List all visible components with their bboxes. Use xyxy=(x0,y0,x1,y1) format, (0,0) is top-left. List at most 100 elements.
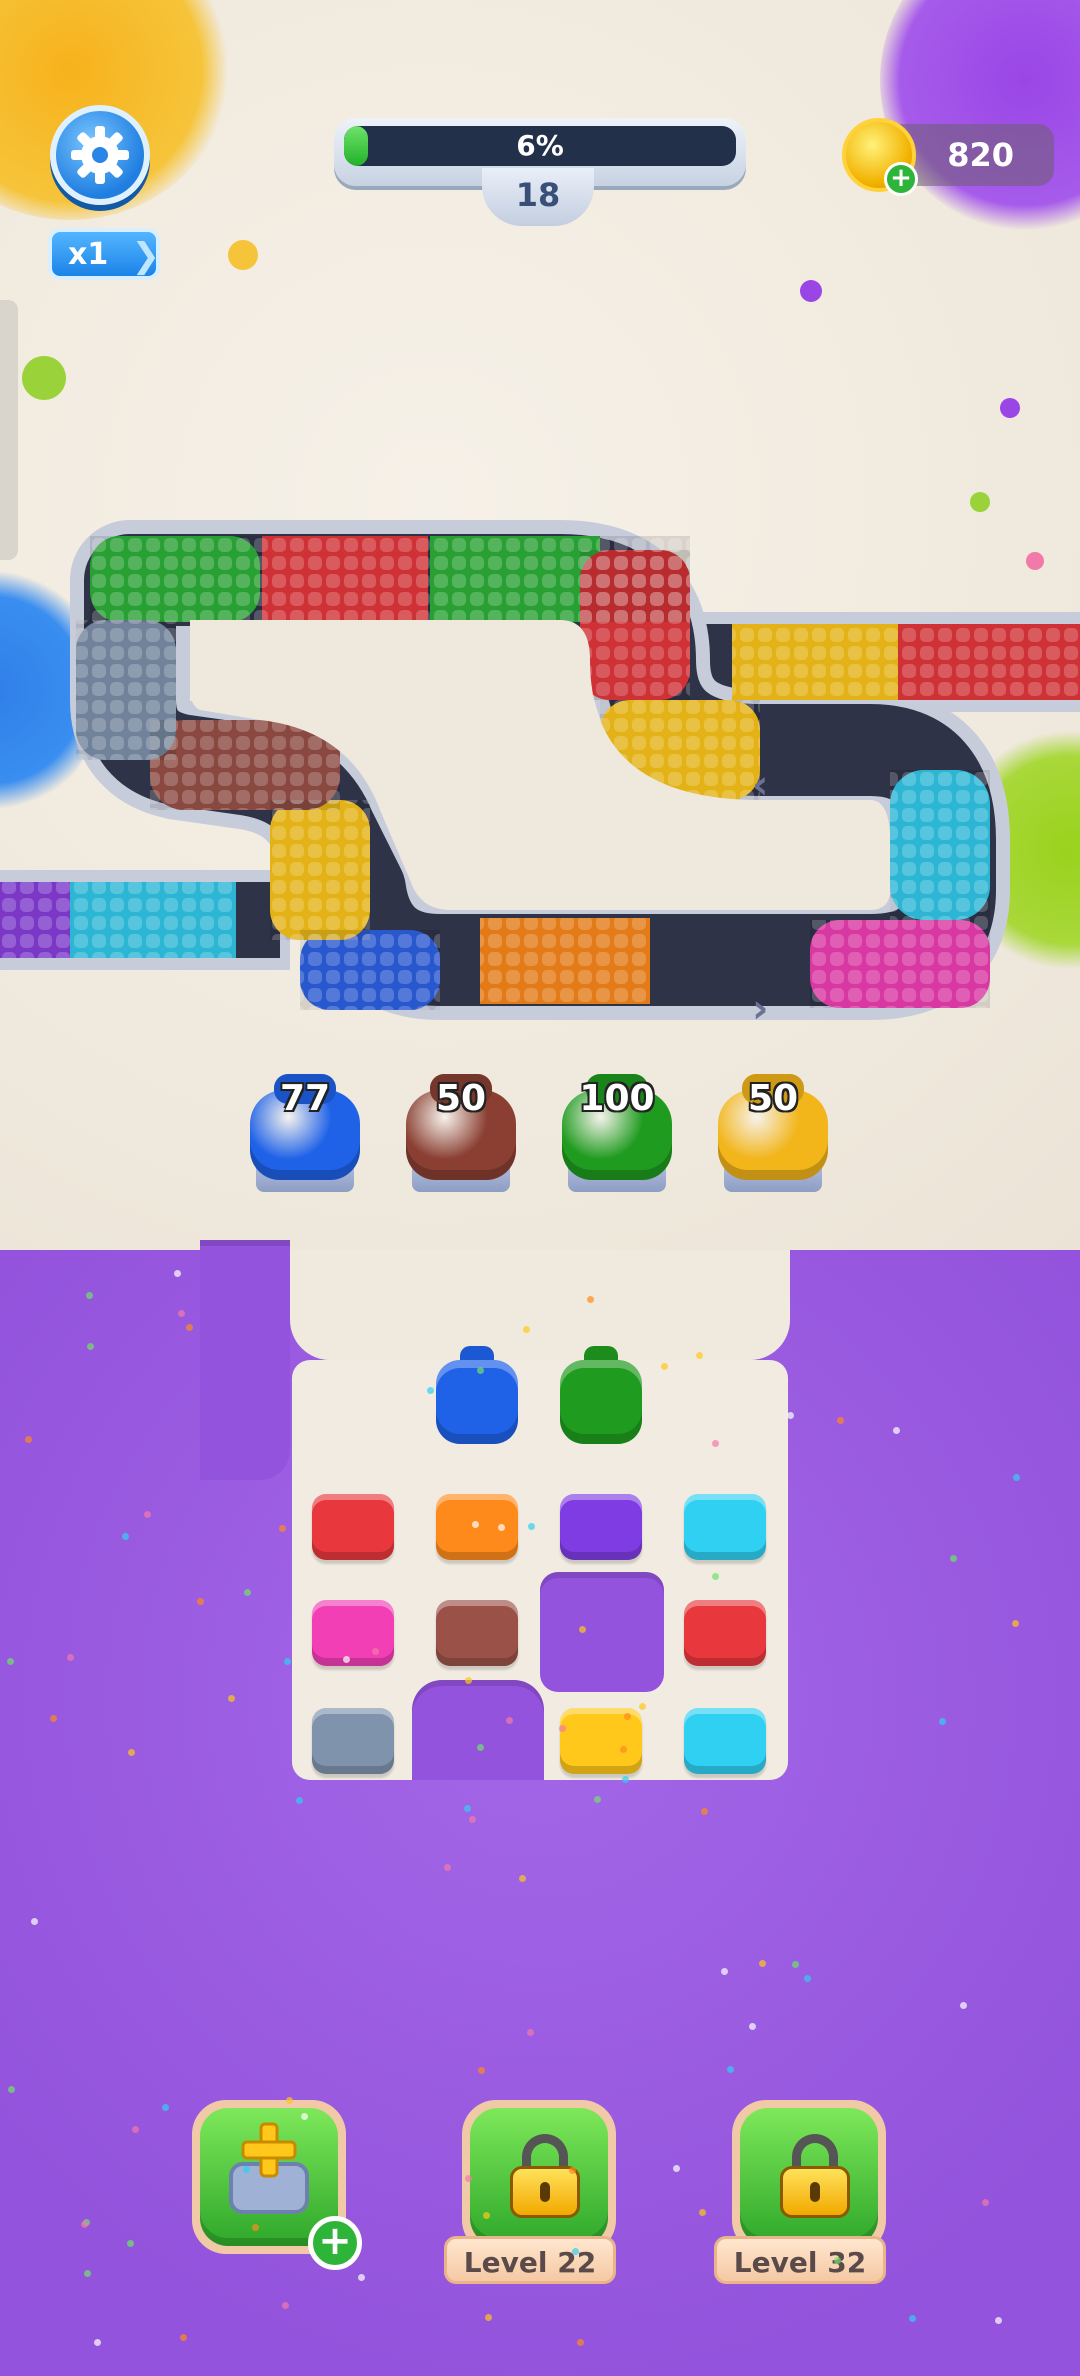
confetti-dot xyxy=(50,1715,57,1722)
lock-icon xyxy=(510,2134,580,2218)
locked-booster-inner xyxy=(740,2108,878,2246)
block-cyan[interactable] xyxy=(684,1494,766,1560)
block-cyan[interactable] xyxy=(684,1708,766,1774)
confetti-dot xyxy=(122,1533,129,1540)
confetti-dot xyxy=(180,2334,187,2341)
confetti-dot xyxy=(699,2209,706,2216)
unlock-level-label: Level 22 xyxy=(444,2236,616,2284)
chevron-right-icon: ❯ xyxy=(131,236,161,276)
grid-hole xyxy=(412,1680,544,1780)
direction-arrow-icon: › xyxy=(752,986,768,1032)
confetti-dot xyxy=(477,1744,484,1751)
confetti-dot xyxy=(673,2165,680,2172)
confetti-dot xyxy=(372,1648,379,1655)
confetti-dot xyxy=(128,1749,135,1756)
confetti-dot xyxy=(197,1598,204,1605)
confetti-dot xyxy=(759,1960,766,1967)
confetti-dot xyxy=(792,1961,799,1968)
confetti-dot xyxy=(282,2302,289,2309)
confetti-dot xyxy=(572,2248,579,2255)
waiting-cup[interactable] xyxy=(436,1346,518,1446)
block-red[interactable] xyxy=(312,1494,394,1560)
yellow-paint-drop xyxy=(228,240,258,270)
settings-button[interactable] xyxy=(50,105,150,205)
green-paint-drop xyxy=(22,356,66,400)
confetti-dot xyxy=(244,1589,251,1596)
paint-jar[interactable]: 77 xyxy=(250,1070,360,1200)
waiting-cup[interactable] xyxy=(560,1346,642,1446)
confetti-dot xyxy=(186,1324,193,1331)
jar-count: 100 xyxy=(579,1078,655,1119)
confetti-dot xyxy=(787,1412,794,1419)
paint-jar[interactable]: 50 xyxy=(406,1070,516,1200)
confetti-dot xyxy=(498,1524,505,1531)
confetti-dot xyxy=(804,1975,811,1982)
confetti-dot xyxy=(228,1695,235,1702)
confetti-dot xyxy=(950,1555,957,1562)
confetti-dot xyxy=(174,1270,181,1277)
block-red[interactable] xyxy=(684,1600,766,1666)
confetti-dot xyxy=(94,2339,101,2346)
confetti-dot xyxy=(749,2023,756,2030)
confetti-dot xyxy=(252,2224,259,2231)
confetti-dot xyxy=(519,1875,526,1882)
confetti-dot xyxy=(67,1654,74,1661)
confetti-dot xyxy=(939,1718,946,1725)
confetti-dot xyxy=(661,1363,668,1370)
confetti-dot xyxy=(483,2212,490,2219)
purple-paint-splat xyxy=(880,0,1080,230)
grid-empty-slot xyxy=(540,1572,664,1692)
confetti-dot xyxy=(477,1367,484,1374)
confetti-dot xyxy=(86,1292,93,1299)
confetti-dot xyxy=(472,1521,479,1528)
confetti-dot xyxy=(982,2199,989,2206)
confetti-dot xyxy=(523,1326,530,1333)
confetti-dot xyxy=(834,2257,841,2264)
confetti-dot xyxy=(343,1656,350,1663)
confetti-dot xyxy=(893,1427,900,1434)
confetti-dot xyxy=(528,1523,535,1530)
block-pink[interactable] xyxy=(312,1600,394,1666)
confetti-dot xyxy=(31,1918,38,1925)
confetti-dot xyxy=(8,2086,15,2093)
confetti-dot xyxy=(639,1703,646,1710)
block-brown[interactable] xyxy=(436,1600,518,1666)
confetti-dot xyxy=(427,1387,434,1394)
locked-booster-level-22[interactable]: Level 22 xyxy=(444,2100,616,2284)
paint-jar[interactable]: 100 xyxy=(562,1070,672,1200)
grid-hole xyxy=(200,1240,290,1480)
block-slate[interactable] xyxy=(312,1708,394,1774)
progress-track: 6% xyxy=(344,126,736,166)
confetti-dot xyxy=(144,1511,151,1518)
add-booster-plus-icon[interactable]: + xyxy=(308,2216,362,2270)
confetti-dot xyxy=(577,2339,584,2346)
confetti-dot xyxy=(587,1296,594,1303)
confetti-dot xyxy=(84,2270,91,2277)
confetti-dot xyxy=(1013,1474,1020,1481)
add-tray-icon xyxy=(229,2122,309,2214)
unlock-level-label: Level 32 xyxy=(714,2236,886,2284)
confetti-dot xyxy=(506,1717,513,1724)
confetti-dot xyxy=(444,1864,451,1871)
paint-jar[interactable]: 50 xyxy=(718,1070,828,1200)
locked-booster-level-32[interactable]: Level 32 xyxy=(714,2100,886,2284)
purple-paint-drop xyxy=(1000,398,1020,418)
add-coins-icon[interactable]: + xyxy=(884,162,918,196)
confetti-dot xyxy=(132,2126,139,2133)
block-purple[interactable] xyxy=(560,1494,642,1560)
confetti-dot xyxy=(620,1746,627,1753)
confetti-dot xyxy=(712,1573,719,1580)
confetti-dot xyxy=(594,1796,601,1803)
confetti-dot xyxy=(464,1805,471,1812)
speed-label: x1 xyxy=(68,236,109,272)
confetti-dot xyxy=(727,2066,734,2073)
speed-multiplier-button[interactable]: x1 ❯ xyxy=(48,228,160,280)
confetti-dot xyxy=(7,1658,14,1665)
game-canvas: x1 ❯ 6% 18 820 + › ‹ 77 50 100 50 + Leve… xyxy=(0,0,1080,2376)
confetti-dot xyxy=(696,1352,703,1359)
jar-count: 50 xyxy=(435,1078,487,1119)
confetti-dot xyxy=(469,1816,476,1823)
confetti-dot xyxy=(485,2314,492,2321)
locked-booster-inner xyxy=(470,2108,608,2246)
lock-icon xyxy=(780,2134,850,2218)
